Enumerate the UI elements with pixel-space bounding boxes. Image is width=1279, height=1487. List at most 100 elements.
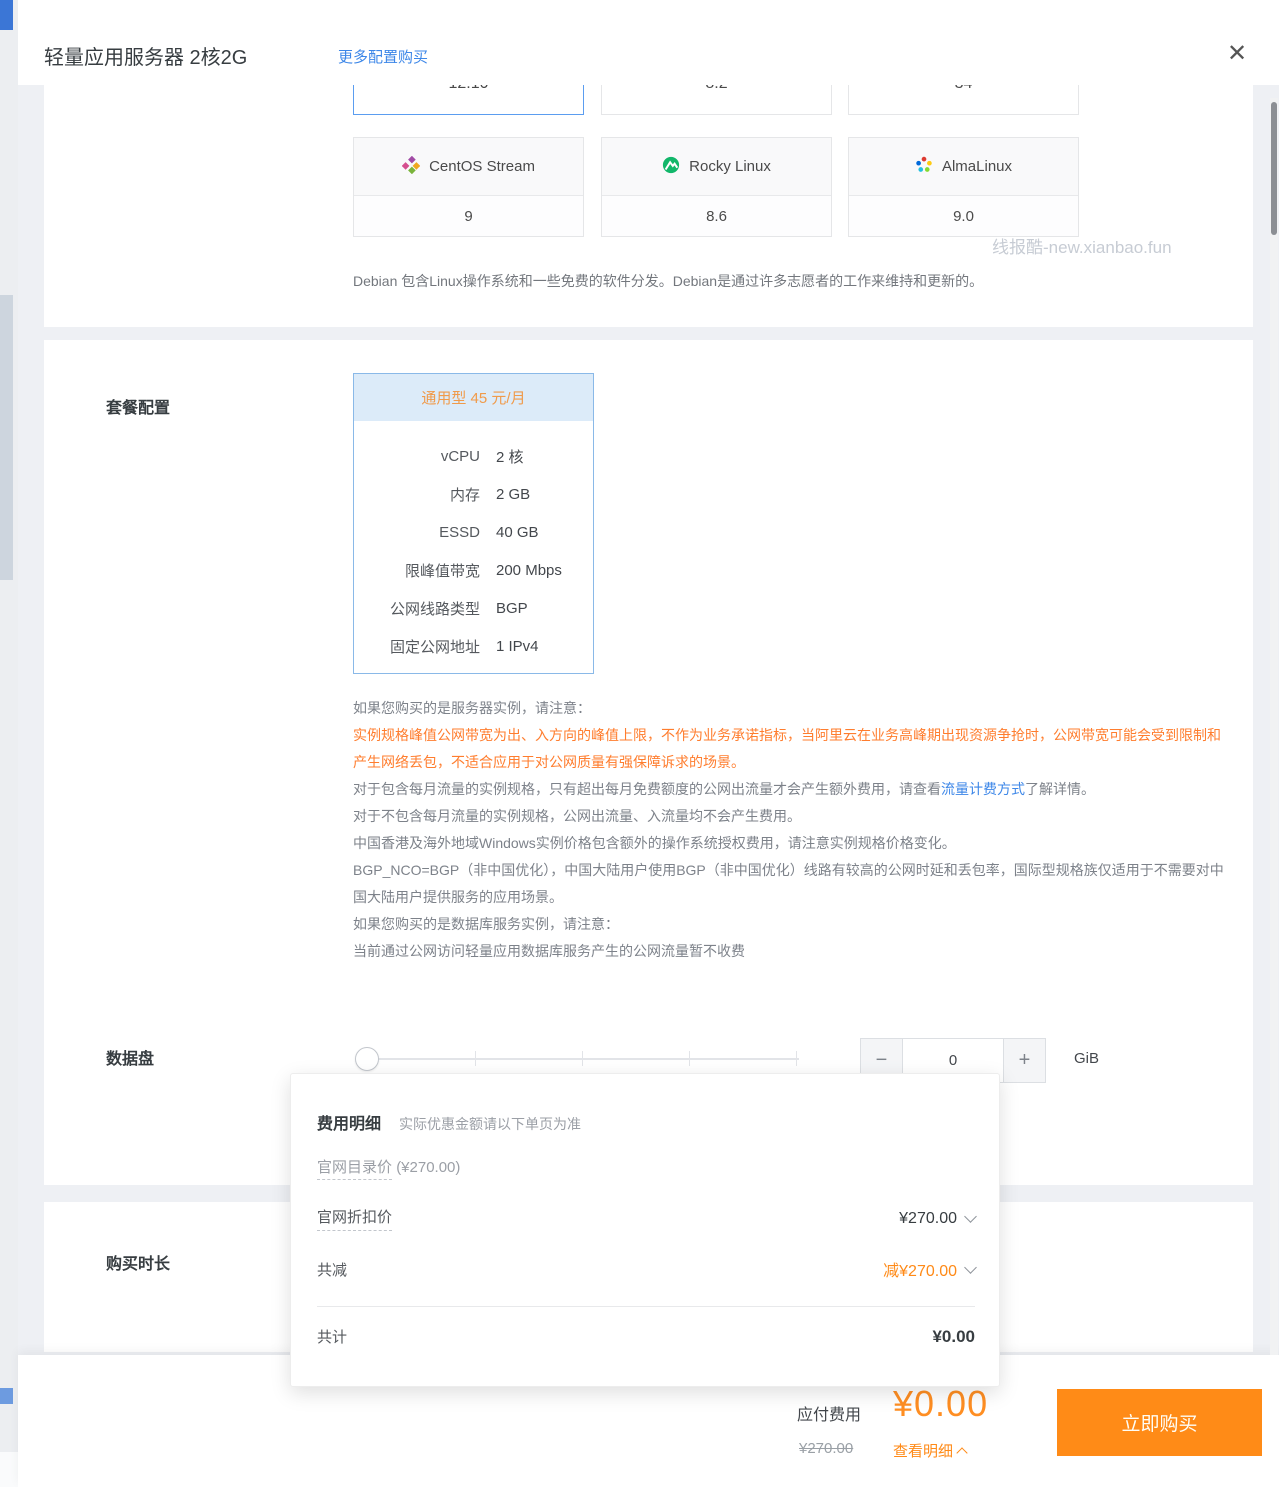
watermark-text: 线报酷-new.xianbao.fun <box>992 233 1172 258</box>
spec-value: 2 核 <box>496 446 524 467</box>
os-card-centos-stream[interactable]: CentOS Stream 9 <box>353 137 584 237</box>
plan-notes: 如果您购买的是服务器实例，请注意： 实例规格峰值公网带宽为出、入方向的峰值上限，… <box>353 695 1225 965</box>
plan-spec-table: vCPU 2 核 内存 2 GB ESSD 40 GB 限峰值带宽 200 Mbps 公… <box>354 421 593 665</box>
discount-price-row: 官网折扣价 ¥270.00 <box>317 1206 975 1231</box>
total-row: 共计 ¥0.00 <box>317 1326 975 1347</box>
centos-logo-icon <box>402 156 420 178</box>
spec-value: 40 GB <box>496 524 539 541</box>
os-version-cell-3[interactable]: 34 <box>848 85 1079 115</box>
modal-header: 轻量应用服务器 2核2G 更多配置购买 ✕ <box>18 25 1279 85</box>
spec-value: BGP <box>496 600 528 617</box>
os-version-cell-2[interactable]: 8.2 <box>601 85 832 115</box>
note-line: 如果您购买的是服务器实例，请注意： <box>353 695 1225 722</box>
close-icon[interactable]: ✕ <box>1221 38 1253 70</box>
scrollbar-thumb[interactable] <box>1271 102 1277 235</box>
data-disk-section-label: 数据盘 <box>106 1045 154 1069</box>
spec-row: ESSD 40 GB <box>354 513 593 551</box>
rocky-linux-logo-icon <box>662 156 680 178</box>
stepper-plus-button[interactable]: + <box>1003 1038 1046 1083</box>
spec-row: 固定公网地址 1 IPv4 <box>354 627 593 665</box>
original-price: ¥270.00 <box>799 1440 853 1457</box>
spec-row: 内存 2 GB <box>354 475 593 513</box>
slider-tick <box>796 1051 797 1066</box>
slider-tick <box>582 1051 583 1066</box>
note-line: 中国香港及海外地域Windows实例价格包含额外的操作系统授权费用，请注意实例规… <box>353 830 1225 857</box>
spec-row: vCPU 2 核 <box>354 437 593 475</box>
note-line: 当前通过公网访问轻量应用数据库服务产生的公网流量暂不收费 <box>353 938 1225 965</box>
price-detail-popup: 费用明细 实际优惠金额请以下单页为准 官网目录价 (¥270.00) 官网折扣价… <box>290 1073 1000 1387</box>
background-blue-bar <box>0 0 13 30</box>
plan-section-card: 套餐配置 通用型 45 元/月 vCPU 2 核 内存 2 GB ESSD 40 GB… <box>44 340 1253 1185</box>
spec-label: 固定公网地址 <box>354 636 480 657</box>
payable-value: ¥0.00 <box>893 1383 988 1425</box>
plan-card-general[interactable]: 通用型 45 元/月 vCPU 2 核 内存 2 GB ESSD 40 GB 限峰值带… <box>353 373 594 674</box>
os-name-label: CentOS Stream <box>429 158 535 175</box>
os-version-text: 8.2 <box>602 85 831 93</box>
os-version-label: 9.0 <box>849 195 1078 236</box>
os-name-label: Rocky Linux <box>689 158 771 175</box>
more-config-link[interactable]: 更多配置购买 <box>338 46 428 67</box>
note-line: BGP_NCO=BGP（非中国优化），中国大陆用户使用BGP（非中国优化）线路有… <box>353 857 1225 911</box>
chevron-down-icon[interactable] <box>964 1210 977 1223</box>
note-line: 对于不包含每月流量的实例规格，公网出流量、入流量均不会产生费用。 <box>353 803 1225 830</box>
view-detail-link[interactable]: 查看明细 <box>893 1440 966 1461</box>
discount-price-value: ¥270.00 <box>899 1210 957 1228</box>
slider-tick <box>475 1051 476 1066</box>
plan-section-label: 套餐配置 <box>106 394 170 418</box>
background-page-edge <box>0 0 18 1487</box>
os-description: Debian 包含Linux操作系统和一些免费的软件分发。Debian是通过许多… <box>353 271 983 291</box>
background-white-strip <box>0 1452 18 1487</box>
spec-label: ESSD <box>354 524 480 541</box>
duration-section-label: 购买时长 <box>106 1250 170 1274</box>
purchase-modal-screen: 轻量应用服务器 2核2G 更多配置购买 ✕ 12.10 8.2 34 <box>0 0 1279 1487</box>
chevron-down-icon[interactable] <box>964 1261 977 1274</box>
spec-label: 限峰值带宽 <box>354 560 480 581</box>
background-blue-dot <box>0 1388 13 1404</box>
note-warning: 实例规格峰值公网带宽为出、入方向的峰值上限，不作为业务承诺指标，当阿里云在业务高… <box>353 722 1225 776</box>
spec-value: 1 IPv4 <box>496 638 539 655</box>
almalinux-logo-icon <box>915 156 933 178</box>
os-card-rocky-linux[interactable]: Rocky Linux 8.6 <box>601 137 832 237</box>
reduction-value: 减¥270.00 <box>883 1257 957 1281</box>
os-section-card: 12.10 8.2 34 CentOS Stream 9 <box>44 85 1253 327</box>
total-label: 共计 <box>317 1326 347 1347</box>
traffic-billing-link[interactable]: 流量计费方式 <box>941 781 1025 797</box>
slider-tick <box>689 1051 690 1066</box>
total-value: ¥0.00 <box>932 1327 975 1347</box>
reduction-label: 共减 <box>317 1259 347 1280</box>
note-line: 如果您购买的是数据库服务实例，请注意： <box>353 911 1225 938</box>
list-price-value: (¥270.00) <box>396 1159 460 1176</box>
data-disk-slider-handle[interactable] <box>355 1047 379 1071</box>
os-card-almalinux[interactable]: AlmaLinux 9.0 <box>848 137 1079 237</box>
note-text: 对于包含每月流量的实例规格，只有超出每月免费额度的公网出流量才会产生额外费用，请… <box>353 781 941 797</box>
spec-value: 200 Mbps <box>496 562 562 579</box>
note-text: 了解详情。 <box>1025 781 1095 797</box>
note-line-with-link: 对于包含每月流量的实例规格，只有超出每月免费额度的公网出流量才会产生额外费用，请… <box>353 776 1225 803</box>
popup-title: 费用明细 <box>317 1110 381 1134</box>
os-version-label: 8.6 <box>602 195 831 236</box>
buy-now-button[interactable]: 立即购买 <box>1057 1389 1262 1456</box>
modal-title: 轻量应用服务器 2核2G <box>44 41 247 70</box>
os-version-label: 9 <box>354 195 583 236</box>
background-band <box>0 295 13 580</box>
popup-subtitle: 实际优惠金额请以下单页为准 <box>399 1114 581 1134</box>
data-disk-unit-label: GiB <box>1074 1050 1099 1067</box>
os-version-text: 34 <box>849 85 1078 93</box>
plan-card-title: 通用型 45 元/月 <box>354 374 593 421</box>
reduction-row: 共减 减¥270.00 <box>317 1257 975 1281</box>
spec-label: 内存 <box>354 484 480 505</box>
chevron-up-icon <box>956 1447 967 1458</box>
os-version-text: 12.10 <box>354 85 583 93</box>
spec-label: vCPU <box>354 448 480 465</box>
discount-price-label: 官网折扣价 <box>317 1206 392 1231</box>
modal-scrollbar[interactable] <box>1270 98 1278 1355</box>
list-price-label: 官网目录价 <box>317 1159 392 1180</box>
popup-divider <box>317 1306 975 1307</box>
os-name-label: AlmaLinux <box>942 158 1012 175</box>
os-version-cell-debian[interactable]: 12.10 <box>353 85 584 115</box>
payable-label: 应付费用 <box>797 1401 861 1425</box>
spec-value: 2 GB <box>496 486 530 503</box>
data-disk-slider-track[interactable] <box>368 1058 799 1060</box>
spec-row: 限峰值带宽 200 Mbps <box>354 551 593 589</box>
spec-row: 公网线路类型BGP <box>354 589 593 627</box>
